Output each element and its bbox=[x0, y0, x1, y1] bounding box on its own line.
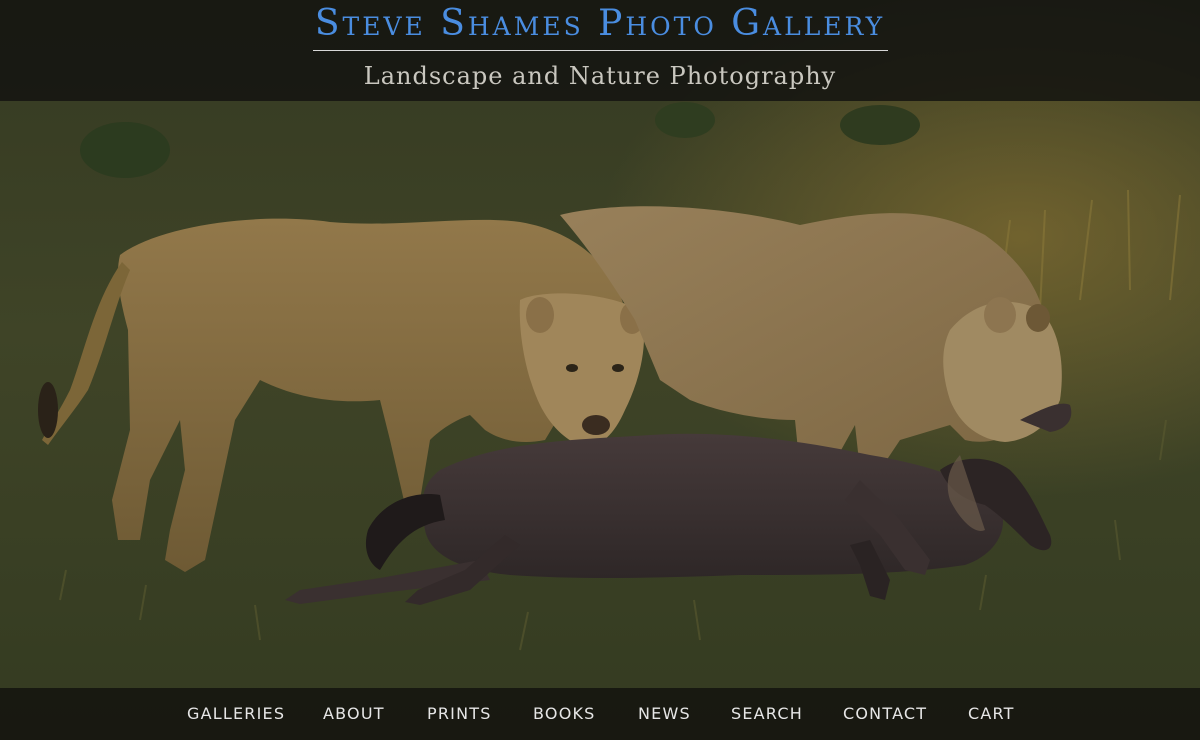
nav-item-cart: CART bbox=[968, 688, 1015, 740]
hero-image bbox=[0, 0, 1200, 740]
nav-item-about: ABOUT bbox=[323, 688, 385, 740]
site-header: Steve Shames Photo Gallery Landscape and… bbox=[0, 0, 1200, 101]
site-tagline: Landscape and Nature Photography bbox=[363, 62, 837, 90]
nav-list: GALLERIES ABOUT PRINTS BOOKS NEWS SEARCH… bbox=[0, 688, 1200, 740]
nav-link-galleries[interactable]: GALLERIES bbox=[187, 688, 285, 740]
nav-link-about[interactable]: ABOUT bbox=[323, 688, 385, 740]
nav-item-prints: PRINTS bbox=[427, 688, 492, 740]
site-title-link[interactable]: Steve Shames Photo Gallery bbox=[315, 3, 885, 44]
nav-item-books: BOOKS bbox=[533, 688, 596, 740]
nav-link-contact[interactable]: CONTACT bbox=[843, 688, 927, 740]
nav-item-search: SEARCH bbox=[731, 688, 803, 740]
page: Steve Shames Photo Gallery Landscape and… bbox=[0, 0, 1200, 740]
nav-item-news: NEWS bbox=[638, 688, 691, 740]
nav-link-books[interactable]: BOOKS bbox=[533, 688, 596, 740]
nav-link-prints[interactable]: PRINTS bbox=[427, 688, 492, 740]
site-title: Steve Shames Photo Gallery bbox=[0, 2, 1200, 46]
nav-link-news[interactable]: NEWS bbox=[638, 688, 691, 740]
nav-item-galleries: GALLERIES bbox=[187, 688, 285, 740]
nav-link-search[interactable]: SEARCH bbox=[731, 688, 803, 740]
title-divider bbox=[313, 50, 888, 51]
main-nav: GALLERIES ABOUT PRINTS BOOKS NEWS SEARCH… bbox=[0, 688, 1200, 740]
nav-item-contact: CONTACT bbox=[843, 688, 927, 740]
nav-link-cart[interactable]: CART bbox=[968, 688, 1015, 740]
